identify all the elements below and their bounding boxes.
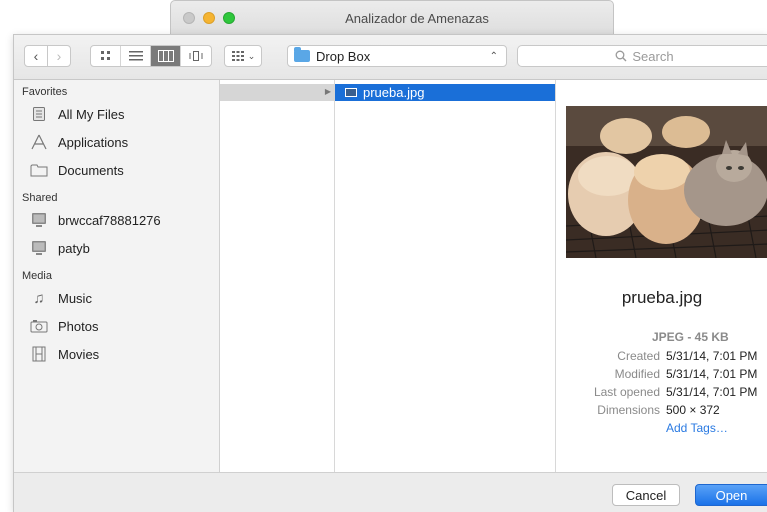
sidebar-item-label: Music: [58, 290, 92, 306]
file-name: prueba.jpg: [363, 85, 425, 100]
sidebar-item-label: brwccaf78881276: [58, 212, 161, 228]
dialog-footer: Cancel Open: [14, 472, 767, 512]
film-icon: [28, 345, 50, 363]
preview-pane: prueba.jpg JPEG - 45 KB Created 5/31/14,…: [556, 80, 767, 472]
meta-key: Last opened: [593, 385, 660, 399]
sidebar-item-label: Movies: [58, 346, 100, 362]
chevron-down-icon: ⌄: [247, 50, 256, 61]
sidebar-section-media: Media: [22, 270, 52, 282]
image-file-icon: [345, 88, 357, 97]
icon-view-icon: [100, 51, 110, 60]
icon-view-button[interactable]: [91, 46, 121, 66]
sidebar-item-photos[interactable]: Photos: [14, 312, 219, 340]
sidebar-item-movies[interactable]: Movies: [14, 340, 219, 368]
list-view-button[interactable]: [121, 46, 151, 66]
updown-arrows-icon: ⌃: [489, 50, 498, 62]
sidebar-item-label: Applications: [58, 134, 129, 150]
sidebar-section-shared: Shared: [22, 192, 58, 204]
location-popup[interactable]: Drop Box ⌃: [287, 45, 507, 67]
meta-modified: Modified 5/31/14, 7:01 PM: [556, 367, 767, 385]
cover-flow-icon: [189, 51, 203, 61]
cancel-button[interactable]: Cancel: [612, 484, 680, 506]
selected-folder-row[interactable]: ▶: [220, 84, 335, 101]
location-label: Drop Box: [316, 48, 371, 64]
meta-key: Created: [617, 349, 660, 363]
cover-flow-view-button[interactable]: [181, 46, 211, 66]
folder-icon: [294, 47, 310, 62]
sidebar-item-label: Photos: [58, 318, 99, 334]
sidebar-item-brwccaf78881276[interactable]: brwccaf78881276: [14, 206, 219, 234]
meta-value: 5/31/14, 7:01 PM: [666, 367, 758, 381]
chevron-left-icon: ‹: [33, 48, 39, 64]
column-view-icon: [157, 50, 174, 62]
arrange-icon: [231, 51, 244, 61]
applications-icon: [28, 133, 50, 151]
image-thumbnail: [566, 106, 767, 258]
search-placeholder: Search: [632, 48, 674, 64]
meta-dimensions: Dimensions 500 × 372: [556, 403, 767, 421]
meta-last-opened: Last opened 5/31/14, 7:01 PM: [556, 385, 767, 403]
preview-file-kind: JPEG - 45 KB: [652, 330, 729, 344]
window-title: Analizador de Amenazas: [345, 11, 489, 26]
computer-icon: [28, 211, 50, 229]
dialog-toolbar: ‹ › ⌄ Drop Box ⌃ Search: [14, 35, 767, 80]
arrange-button[interactable]: ⌄: [224, 45, 262, 67]
column-view-button[interactable]: [151, 46, 181, 66]
computer-icon: [28, 239, 50, 257]
folder-icon: [28, 161, 50, 179]
meta-key: Dimensions: [597, 403, 660, 417]
camera-icon: [28, 317, 50, 335]
sidebar-item-all-my-files[interactable]: All My Files: [14, 100, 219, 128]
meta-value: 5/31/14, 7:01 PM: [666, 349, 758, 363]
music-icon: ♫: [33, 289, 45, 307]
browser-column-files[interactable]: prueba.jpg: [335, 80, 556, 472]
open-file-dialog: ‹ › ⌄ Drop Box ⌃ Search Favorites All My…: [13, 34, 767, 512]
sidebar-item-documents[interactable]: Documents: [14, 156, 219, 184]
sidebar-item-music[interactable]: ♫ Music: [14, 284, 219, 312]
browser-column-parent[interactable]: ▶: [220, 80, 335, 472]
open-button[interactable]: Open: [695, 484, 767, 506]
sidebar: Favorites All My Files Applications Docu…: [14, 80, 220, 472]
sidebar-item-label: Documents: [58, 162, 124, 178]
disclosure-arrow-icon: ▶: [324, 87, 331, 96]
file-row-selected[interactable]: prueba.jpg: [335, 84, 555, 101]
meta-value: 500 × 372: [666, 403, 720, 417]
view-mode-group: [90, 45, 212, 67]
all-files-icon: [28, 105, 50, 123]
search-field[interactable]: Search: [517, 45, 767, 67]
sidebar-item-patyb[interactable]: patyb: [14, 234, 219, 262]
preview-file-name: prueba.jpg: [621, 288, 703, 307]
meta-created: Created 5/31/14, 7:01 PM: [556, 349, 767, 367]
meta-value: 5/31/14, 7:01 PM: [666, 385, 758, 399]
sidebar-item-label: All My Files: [58, 106, 125, 122]
add-tags-link[interactable]: Add Tags…: [666, 421, 728, 435]
meta-key: Modified: [614, 367, 660, 381]
chevron-right-icon: ›: [56, 48, 62, 64]
search-icon: [615, 50, 627, 62]
back-button[interactable]: ‹: [24, 45, 48, 67]
sidebar-section-favorites: Favorites: [22, 86, 68, 98]
sidebar-item-label: patyb: [58, 240, 90, 256]
sidebar-item-applications[interactable]: Applications: [14, 128, 219, 156]
list-view-icon: [128, 51, 143, 61]
forward-button[interactable]: ›: [47, 45, 71, 67]
